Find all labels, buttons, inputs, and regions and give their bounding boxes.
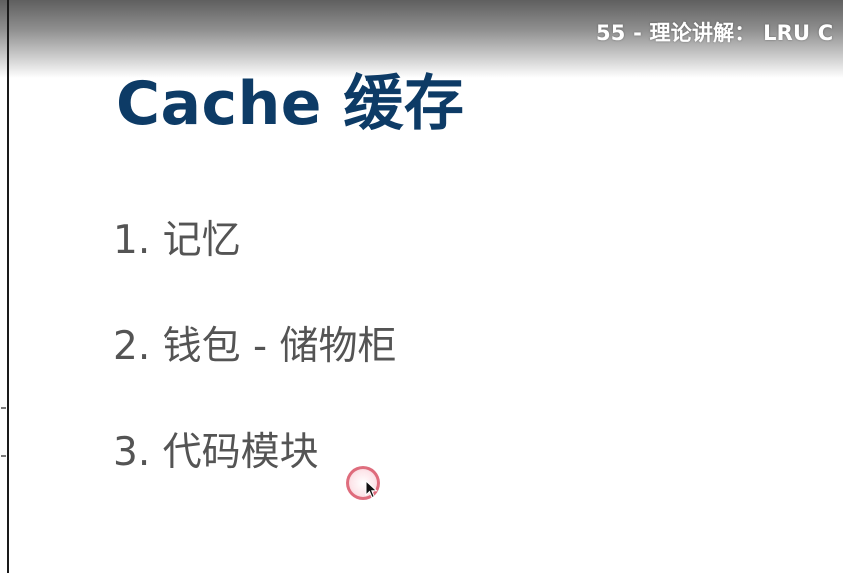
list-item: 1. 记忆 <box>113 218 241 263</box>
edge-tick-mark <box>1 455 6 457</box>
slide-title: Cache 缓存 <box>116 69 465 139</box>
edge-tick-mark <box>1 407 6 409</box>
mouse-pointer-icon <box>365 480 378 499</box>
list-item: 2. 钱包 - 储物柜 <box>113 324 397 369</box>
list-item: 3. 代码模块 <box>113 430 319 475</box>
presentation-slide: Cache 缓存 1. 记忆 2. 钱包 - 储物柜 3. 代码模块 <box>9 0 843 573</box>
